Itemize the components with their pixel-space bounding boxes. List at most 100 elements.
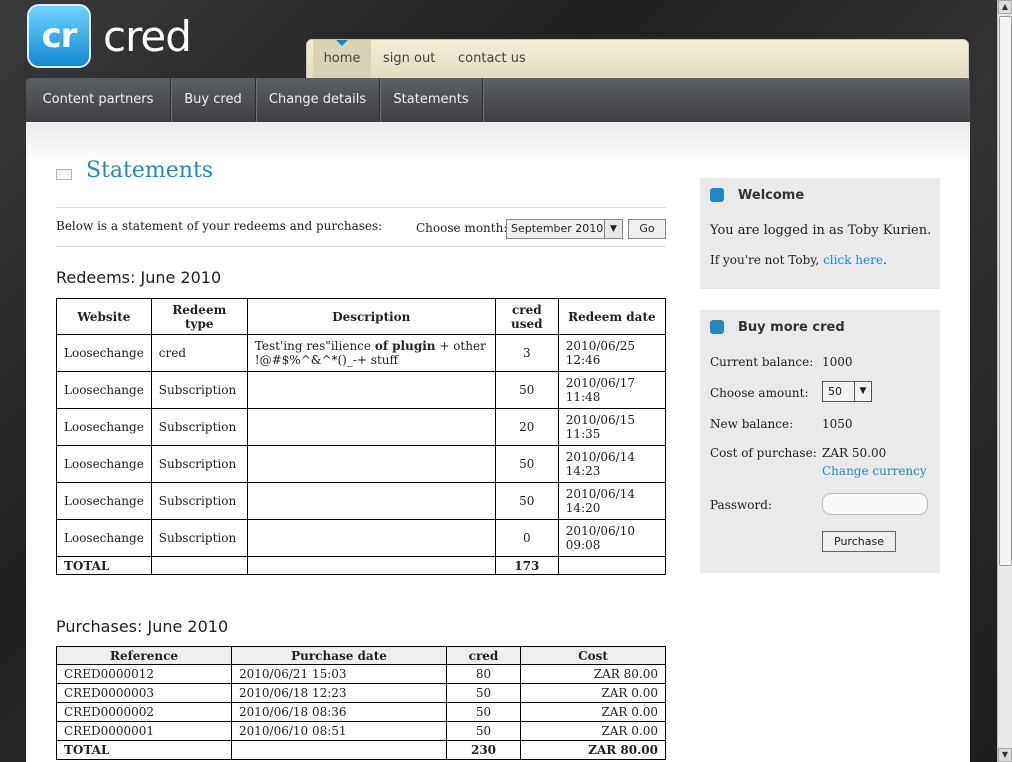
total-label: TOTAL [56, 740, 232, 760]
cell-website: Loosechange [56, 519, 152, 557]
cell-description [246, 371, 496, 409]
content-gradient [26, 122, 970, 162]
top-nav-sign-out[interactable]: sign out [383, 40, 435, 78]
nav-content-partners[interactable]: Content partners [26, 78, 171, 122]
column-header: Purchase date [231, 646, 447, 665]
total-row: TOTAL 173 [56, 556, 667, 575]
welcome-box: Welcome You are logged in as Toby Kurien… [700, 178, 940, 289]
total-used: 173 [494, 556, 559, 575]
table-header-row: Reference Purchase date cred Cost [56, 646, 666, 665]
click-here-link[interactable]: click here [823, 253, 883, 267]
cell-cost: ZAR 80.00 [520, 664, 666, 684]
empty-cell [231, 740, 447, 760]
divider [56, 246, 666, 247]
password-label: Password: [710, 498, 772, 512]
nav-change-details[interactable]: Change details [256, 78, 380, 122]
empty-cell [246, 556, 496, 575]
cell-reference: CRED0000001 [56, 721, 232, 741]
page-title: Statements [86, 158, 214, 183]
logo-badge: cr [27, 4, 91, 68]
nav-buy-cred[interactable]: Buy cred [171, 78, 256, 122]
cell-date: 2010/06/17 11:48 [557, 371, 667, 409]
cell-date: 2010/06/14 14:23 [557, 445, 667, 483]
column-header: Cost [520, 646, 666, 665]
cell-cred: 50 [446, 702, 521, 722]
dropdown-arrow-icon[interactable]: ▼ [604, 220, 622, 238]
cell-type: cred [150, 334, 248, 372]
month-label: Choose month: [416, 221, 508, 235]
buy-cred-box: Buy more cred Current balance: 1000 Choo… [700, 310, 940, 573]
cell-description [246, 519, 496, 557]
folder-icon [710, 319, 724, 334]
book-icon [56, 169, 72, 180]
cell-cost: ZAR 0.00 [520, 721, 666, 741]
cell-cost: ZAR 0.00 [520, 683, 666, 703]
bold-text: of plugin [374, 339, 436, 353]
cell-type: Subscription [150, 408, 248, 446]
column-header: cred [446, 646, 521, 665]
scroll-down-icon[interactable]: ▼ [998, 748, 1012, 762]
redeems-table: Website Redeem type Description cred use… [56, 298, 667, 575]
go-button[interactable]: Go [628, 219, 666, 239]
cell-website: Loosechange [56, 334, 152, 372]
not-user-text: If you're not Toby, [710, 253, 820, 267]
column-header: Description [246, 298, 496, 335]
cell-date: 2010/06/18 08:36 [231, 702, 447, 722]
table-row: CRED0000002 2010/06/18 08:36 50 ZAR 0.00 [56, 702, 666, 722]
logo[interactable]: cr cred [27, 4, 192, 68]
cost-label: Cost of purchase: [710, 446, 817, 460]
table-row: Loosechange Subscription 50 2010/06/17 1… [56, 371, 667, 409]
not-user-line: If you're not Toby, click here. [710, 253, 887, 267]
buy-cred-heading: Buy more cred [710, 319, 845, 335]
purchase-button[interactable]: Purchase [822, 531, 896, 552]
cell-type: Subscription [150, 371, 248, 409]
month-select-value: September 2010 [511, 222, 604, 235]
empty-cell [557, 556, 667, 575]
buy-cred-title: Buy more cred [738, 320, 845, 335]
cell-date: 2010/06/15 11:35 [557, 408, 667, 446]
top-nav-contact[interactable]: contact us [458, 40, 526, 78]
column-header: cred used [494, 298, 559, 335]
content-panel: Statements Below is a statement of your … [26, 122, 970, 762]
amount-select-value: 50 [828, 385, 842, 398]
cell-website: Loosechange [56, 371, 152, 409]
change-currency-link[interactable]: Change currency [822, 464, 927, 478]
cell-date: 2010/06/10 09:08 [557, 519, 667, 557]
cell-cred: 50 [446, 721, 521, 741]
purchases-heading: Purchases: June 2010 [56, 617, 229, 636]
redeems-heading: Redeems: June 2010 [56, 268, 222, 287]
cost-value: ZAR 50.00 [822, 446, 887, 460]
scroll-up-icon[interactable]: ▲ [998, 0, 1012, 14]
empty-cell [150, 556, 248, 575]
password-field[interactable] [822, 493, 928, 515]
cell-used: 20 [494, 408, 559, 446]
month-select[interactable]: September 2010 ▼ [506, 219, 623, 239]
scrollbar-thumb[interactable] [999, 16, 1012, 566]
cell-website: Loosechange [56, 482, 152, 520]
cell-description [246, 408, 496, 446]
top-nav-home[interactable]: home [313, 40, 371, 78]
purchases-table: Reference Purchase date cred Cost CRED00… [56, 646, 666, 760]
amount-select[interactable]: 50 ▼ [822, 381, 872, 402]
cell-cost: ZAR 0.00 [520, 702, 666, 722]
table-row: CRED0000001 2010/06/10 08:51 50 ZAR 0.00 [56, 721, 666, 741]
dropdown-arrow-icon[interactable]: ▼ [854, 382, 871, 401]
balance-label: Current balance: [710, 355, 814, 369]
cell-website: Loosechange [56, 408, 152, 446]
table-row: Loosechange Subscription 20 2010/06/15 1… [56, 408, 667, 446]
nav-statements[interactable]: Statements [380, 78, 483, 122]
folder-icon [710, 187, 724, 202]
top-nav: home sign out contact us [306, 39, 969, 79]
divider [56, 207, 666, 208]
cell-website: Loosechange [56, 445, 152, 483]
table-row: CRED0000003 2010/06/18 12:23 50 ZAR 0.00 [56, 683, 666, 703]
balance-value: 1000 [822, 355, 853, 369]
vertical-scrollbar[interactable]: ▲ ▼ [997, 0, 1012, 762]
column-header: Website [56, 298, 152, 335]
cell-cred: 50 [446, 683, 521, 703]
table-row: Loosechange Subscription 50 2010/06/14 1… [56, 445, 667, 483]
cell-type: Subscription [150, 482, 248, 520]
total-row: TOTAL 230 ZAR 80.00 [56, 740, 666, 760]
table-row: Loosechange Subscription 50 2010/06/14 1… [56, 482, 667, 520]
cell-date: 2010/06/25 12:46 [557, 334, 667, 372]
